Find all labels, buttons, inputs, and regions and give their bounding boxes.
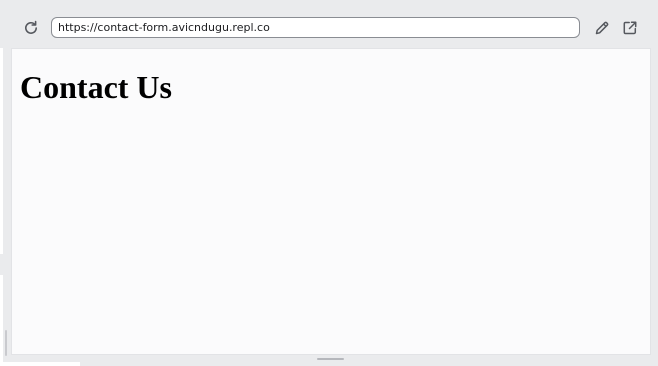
webview-frame: https://contact-form.avicndugu.repl.co C… — [0, 0, 658, 366]
left-edge-strip-lower — [0, 275, 3, 366]
left-scroll-indicator — [5, 330, 7, 356]
resize-handle[interactable] — [317, 358, 344, 360]
open-external-icon — [621, 19, 639, 37]
page-viewport: Contact Us — [11, 48, 651, 355]
reload-icon — [22, 19, 40, 37]
page-title: Contact Us — [20, 69, 172, 105]
left-edge-strip — [0, 40, 3, 254]
url-text: https://contact-form.avicndugu.repl.co — [58, 21, 270, 34]
reload-button[interactable] — [19, 16, 43, 40]
pencil-icon — [593, 19, 611, 37]
bottom-edge-strip — [0, 362, 80, 366]
open-external-button[interactable] — [618, 16, 642, 40]
url-bar[interactable]: https://contact-form.avicndugu.repl.co — [51, 17, 580, 38]
edit-button[interactable] — [590, 16, 614, 40]
browser-toolbar: https://contact-form.avicndugu.repl.co — [0, 0, 658, 48]
